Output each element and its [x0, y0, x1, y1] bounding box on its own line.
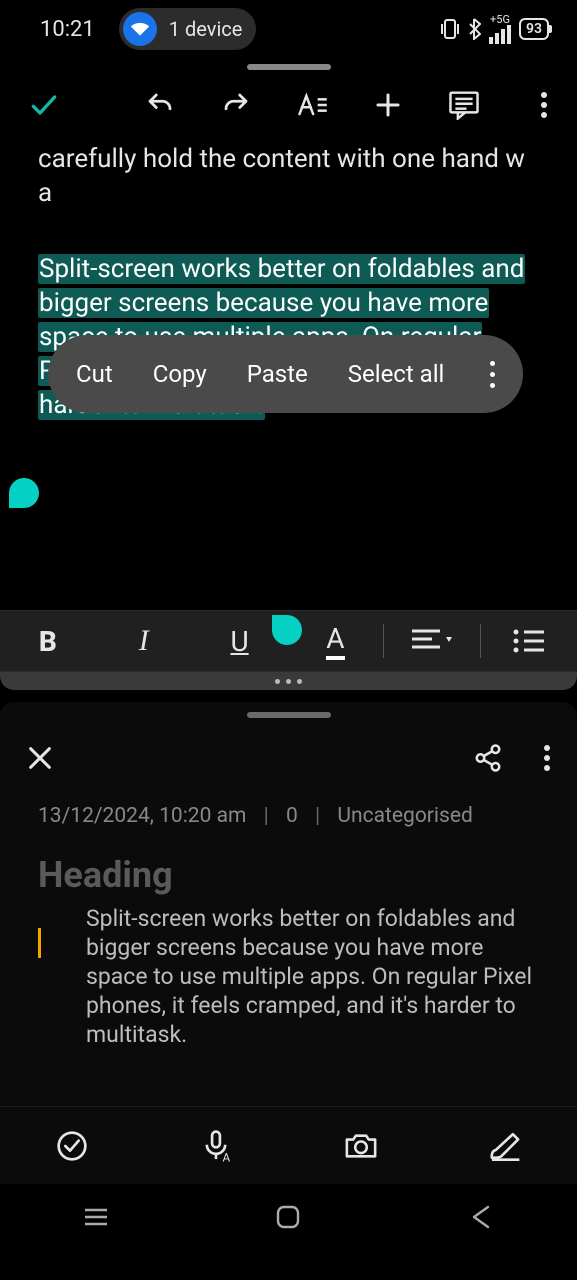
text-format-button[interactable] [274, 79, 350, 131]
italic-button[interactable]: I [96, 624, 192, 658]
undo-button[interactable] [122, 79, 198, 131]
note-category[interactable]: Uncategorised [337, 804, 472, 828]
more-button[interactable] [517, 79, 571, 131]
ctx-more[interactable] [469, 358, 515, 391]
battery-icon: 93 [519, 18, 549, 40]
camera-button[interactable] [289, 1131, 433, 1161]
add-button[interactable] [350, 79, 426, 131]
note-bottom-toolbar: A [0, 1106, 577, 1184]
editor-text-above: carefully hold the content with one hand… [38, 142, 539, 210]
pane-grabber[interactable] [0, 672, 577, 690]
ctx-cut[interactable]: Cut [56, 335, 133, 413]
text-context-menu: Cut Copy Paste Select all [48, 335, 523, 413]
align-button[interactable] [384, 627, 480, 655]
text-caret [38, 928, 41, 958]
note-datetime: 13/12/2024, 10:20 am [38, 804, 246, 828]
selection-handle-end[interactable] [272, 615, 302, 645]
network-5g-icon: +5G [489, 14, 511, 44]
nav-back[interactable] [421, 1204, 541, 1230]
bold-button[interactable]: B [0, 625, 96, 658]
split-handle-bottom[interactable] [247, 712, 331, 718]
ctx-copy[interactable]: Copy [133, 335, 227, 413]
editor-toolbar [0, 70, 577, 140]
voice-button[interactable]: A [144, 1129, 288, 1163]
nav-recents[interactable] [36, 1207, 156, 1227]
share-button[interactable] [473, 743, 503, 773]
svg-text:A: A [223, 1150, 231, 1162]
status-time: 10:21 [40, 17, 95, 42]
top-app-pane: carefully hold the content with one hand… [0, 58, 577, 690]
close-button[interactable] [26, 744, 54, 772]
ctx-paste[interactable]: Paste [227, 335, 328, 413]
confirm-button[interactable] [6, 79, 82, 131]
device-label: 1 device [169, 17, 243, 41]
nav-home[interactable] [228, 1204, 348, 1230]
device-chip[interactable]: 1 device [119, 8, 257, 50]
comment-icon[interactable] [426, 79, 502, 131]
system-nav-bar [0, 1184, 577, 1250]
note-meta: 13/12/2024, 10:20 am | 0 | Uncategorised [0, 786, 577, 836]
editor-body[interactable]: carefully hold the content with one hand… [0, 140, 577, 610]
selection-handle-start[interactable] [9, 478, 39, 508]
cast-icon [123, 12, 157, 46]
list-button[interactable] [481, 628, 577, 654]
redo-button[interactable] [198, 79, 274, 131]
note-heading-input[interactable]: Heading [0, 836, 577, 900]
note-body-text[interactable]: Split-screen works better on foldables a… [86, 904, 549, 1049]
status-bar: 10:21 1 device +5G 93 [0, 0, 577, 58]
vibrate-icon [441, 18, 459, 40]
bottom-app-pane: 13/12/2024, 10:20 am | 0 | Uncategorised… [0, 702, 577, 1184]
draw-button[interactable] [433, 1130, 577, 1162]
note-char-count: 0 [286, 804, 298, 828]
ctx-select-all[interactable]: Select all [328, 335, 465, 413]
split-divider[interactable] [0, 690, 577, 702]
bluetooth-icon [467, 18, 481, 40]
checklist-button[interactable] [0, 1130, 144, 1162]
note-more-button[interactable] [543, 744, 551, 772]
